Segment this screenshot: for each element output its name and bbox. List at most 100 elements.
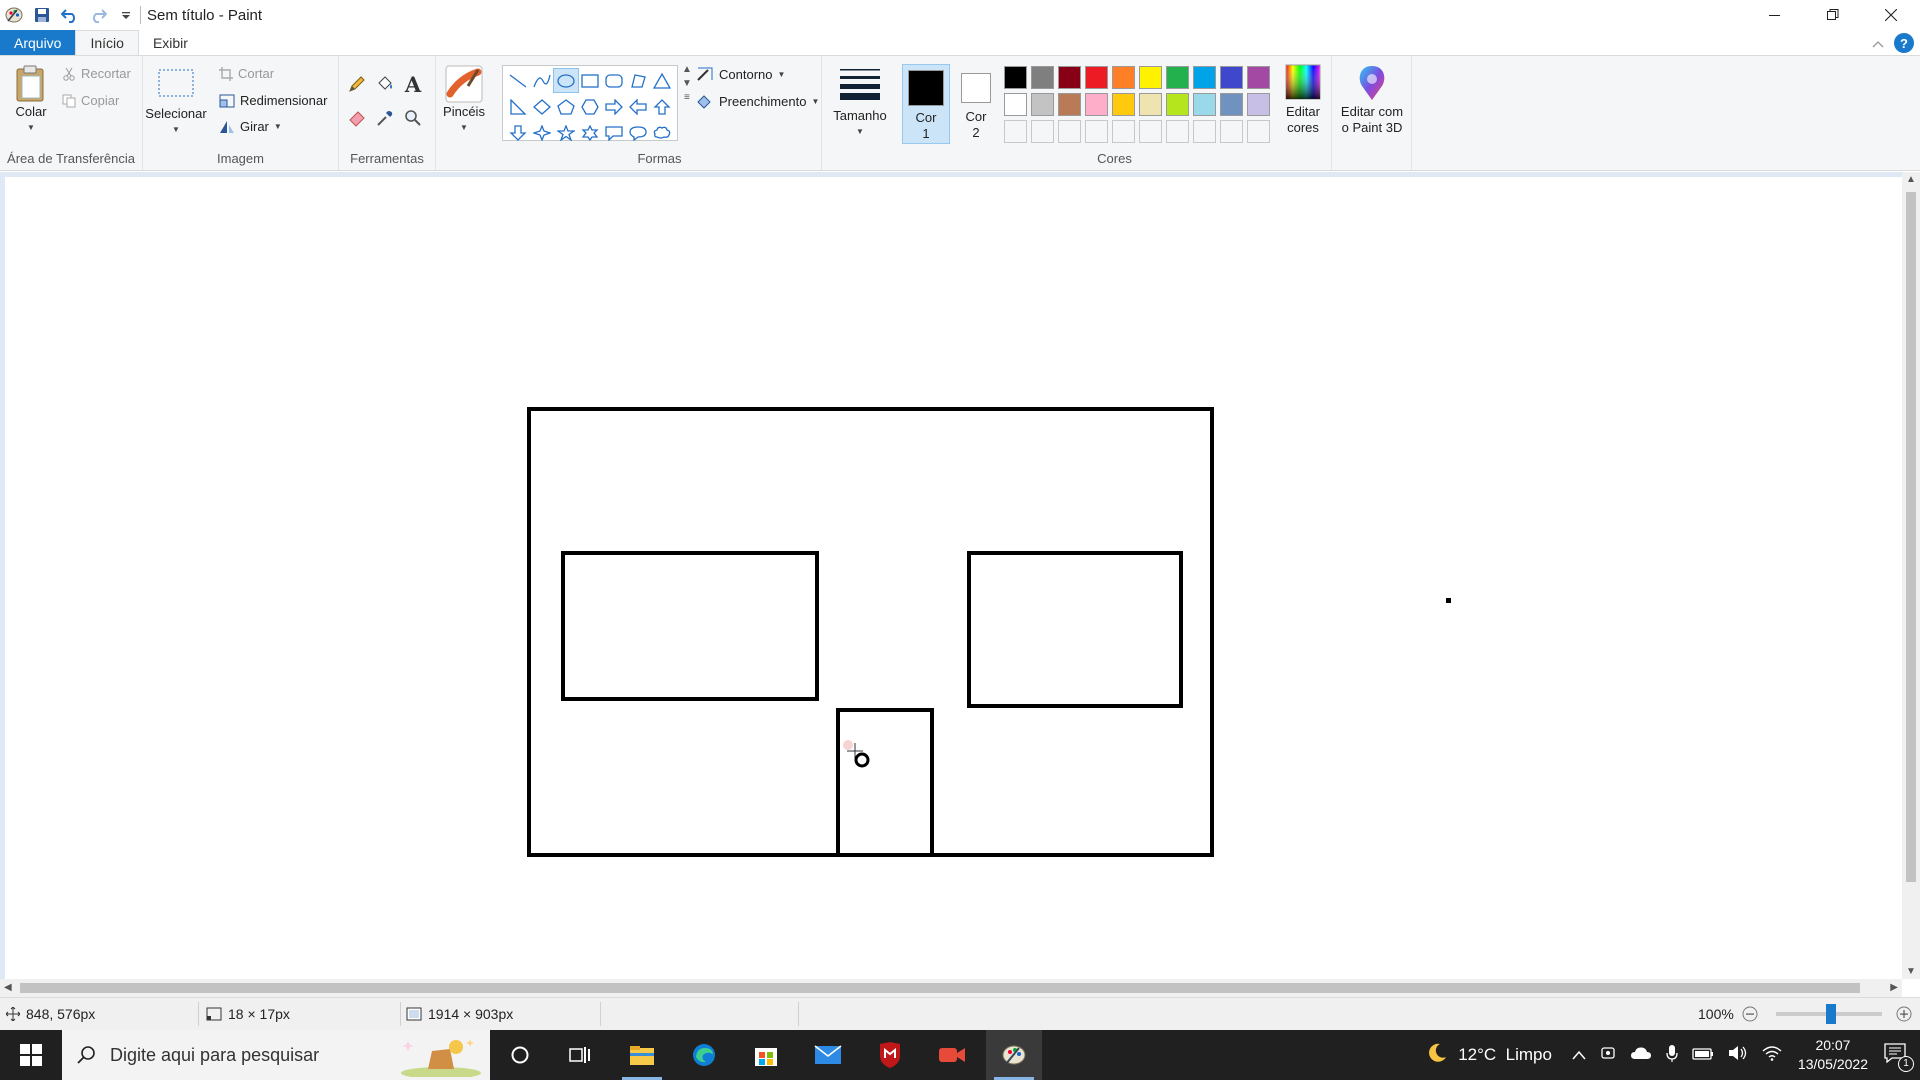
shape-left-arrow-icon[interactable] (626, 95, 650, 118)
palette-color-swatch[interactable] (1029, 64, 1056, 91)
scroll-left-icon[interactable]: ◀ (4, 982, 12, 993)
shape-down-arrow-icon[interactable] (506, 121, 530, 144)
edge-icon[interactable] (676, 1030, 732, 1080)
shape-six-point-star-icon[interactable] (578, 121, 602, 144)
video-recorder-icon[interactable] (924, 1030, 980, 1080)
shape-five-point-star-icon[interactable] (554, 121, 578, 144)
windows-start-icon[interactable] (3, 1030, 59, 1080)
shape-right-triangle-icon[interactable] (506, 95, 530, 118)
shapes-expand-icon[interactable]: ≡ (684, 92, 690, 103)
palette-color-swatch[interactable] (1218, 64, 1245, 91)
brushes-button[interactable]: Pincéis ▼ (440, 64, 488, 136)
save-icon[interactable] (32, 5, 52, 25)
palette-color-swatch[interactable] (1029, 91, 1056, 118)
palette-color-swatch[interactable] (1056, 91, 1083, 118)
horizontal-scroll-thumb[interactable] (20, 983, 1860, 993)
rotate-button[interactable]: Girar ▼ (219, 119, 282, 134)
palette-color-swatch[interactable] (1164, 91, 1191, 118)
magnifier-icon[interactable] (401, 106, 425, 130)
minimize-icon[interactable] (1746, 0, 1804, 30)
mail-icon[interactable] (800, 1030, 856, 1080)
tab-exibir[interactable]: Exibir (139, 30, 202, 55)
mcafee-icon[interactable] (862, 1030, 918, 1080)
shape-rounded-rectangle-icon[interactable] (602, 69, 626, 92)
color1-button[interactable]: Cor 1 (902, 64, 950, 144)
palette-color-swatch[interactable] (1245, 64, 1272, 91)
shape-cloud-callout-icon[interactable] (650, 121, 674, 144)
scroll-down-icon[interactable]: ▼ (1906, 966, 1916, 977)
shape-line-icon[interactable] (506, 69, 530, 92)
palette-empty-swatch[interactable] (1029, 118, 1056, 145)
palette-color-swatch[interactable] (1083, 91, 1110, 118)
fill-shape-button[interactable]: Preenchimento ▼ (696, 93, 819, 109)
select-button[interactable]: Selecionar ▼ (145, 66, 207, 138)
tab-inicio[interactable]: Início (75, 30, 139, 55)
cortana-icon[interactable] (492, 1030, 548, 1080)
shape-rectangle-icon[interactable] (578, 69, 602, 92)
text-icon[interactable]: A (401, 72, 425, 97)
close-icon[interactable] (1862, 0, 1920, 30)
shape-diamond-icon[interactable] (530, 95, 554, 118)
taskbar-clock[interactable]: 20:07 13/05/2022 (1798, 1036, 1868, 1074)
show-hidden-icons-icon[interactable] (1572, 1045, 1586, 1065)
zoom-out-icon[interactable] (1742, 998, 1758, 1030)
minimize-ribbon-icon[interactable] (1872, 36, 1884, 51)
horizontal-scrollbar[interactable]: ◀ ▶ (0, 979, 1902, 997)
pencil-icon[interactable] (345, 72, 369, 96)
copy-button[interactable]: Copiar (62, 93, 119, 108)
shape-right-arrow-icon[interactable] (602, 95, 626, 118)
edit-paint3d-button[interactable]: Editar com o Paint 3D (1338, 64, 1406, 136)
vertical-scroll-thumb[interactable] (1906, 192, 1916, 882)
redo-icon[interactable] (88, 5, 108, 25)
palette-empty-swatch[interactable] (1164, 118, 1191, 145)
shape-triangle-icon[interactable] (650, 69, 674, 92)
zoom-slider[interactable] (1776, 998, 1882, 1030)
edit-colors-button[interactable]: Editar cores (1278, 64, 1328, 136)
palette-color-swatch[interactable] (1056, 64, 1083, 91)
palette-empty-swatch[interactable] (1137, 118, 1164, 145)
paint-app-icon[interactable] (4, 5, 24, 25)
wifi-icon[interactable] (1762, 1045, 1782, 1066)
outline-button[interactable]: Contorno ▼ (696, 66, 785, 82)
shape-rect-callout-icon[interactable] (602, 121, 626, 144)
shape-four-point-star-icon[interactable] (530, 121, 554, 144)
shape-curve-icon[interactable] (530, 69, 554, 92)
shapes-scroll-down-icon[interactable]: ▼ (682, 78, 692, 89)
drawing-canvas[interactable] (5, 177, 1902, 979)
meet-now-icon[interactable] (1600, 1045, 1616, 1066)
shapes-scroll-up-icon[interactable]: ▲ (682, 64, 692, 75)
weather-moon-icon[interactable] (1426, 1042, 1448, 1069)
palette-color-swatch[interactable] (1110, 64, 1137, 91)
scroll-right-icon[interactable]: ▶ (1890, 982, 1898, 993)
scroll-up-icon[interactable]: ▲ (1906, 174, 1916, 185)
palette-empty-swatch[interactable] (1245, 118, 1272, 145)
palette-color-swatch[interactable] (1083, 64, 1110, 91)
color2-button[interactable]: Cor 2 (952, 64, 1000, 144)
eraser-icon[interactable] (345, 106, 369, 130)
paste-button[interactable]: Colar ▼ (8, 64, 54, 136)
taskbar-search[interactable]: Digite aqui para pesquisar (62, 1030, 490, 1080)
color-picker-icon[interactable] (373, 106, 397, 130)
palette-color-swatch[interactable] (1191, 64, 1218, 91)
palette-color-swatch[interactable] (1137, 91, 1164, 118)
cut-button[interactable]: Recortar (62, 66, 131, 81)
palette-color-swatch[interactable] (1002, 91, 1029, 118)
task-view-icon[interactable] (552, 1030, 608, 1080)
battery-icon[interactable] (1692, 1045, 1714, 1065)
help-icon[interactable]: ? (1894, 33, 1914, 53)
palette-empty-swatch[interactable] (1218, 118, 1245, 145)
palette-color-swatch[interactable] (1137, 64, 1164, 91)
file-explorer-icon[interactable] (614, 1030, 670, 1080)
weather-text[interactable]: 12°C Limpo (1458, 1045, 1552, 1065)
restore-icon[interactable] (1804, 0, 1862, 30)
undo-icon[interactable] (60, 5, 80, 25)
notifications-icon[interactable]: 1 (1884, 1042, 1914, 1072)
shape-oval-icon[interactable] (553, 68, 579, 93)
resize-button[interactable]: Redimensionar (219, 93, 327, 108)
vertical-scrollbar[interactable]: ▲ ▼ (1902, 172, 1920, 979)
palette-empty-swatch[interactable] (1002, 118, 1029, 145)
palette-color-swatch[interactable] (1164, 64, 1191, 91)
palette-empty-swatch[interactable] (1056, 118, 1083, 145)
tab-arquivo[interactable]: Arquivo (0, 30, 76, 55)
customize-qat-icon[interactable] (116, 5, 136, 25)
